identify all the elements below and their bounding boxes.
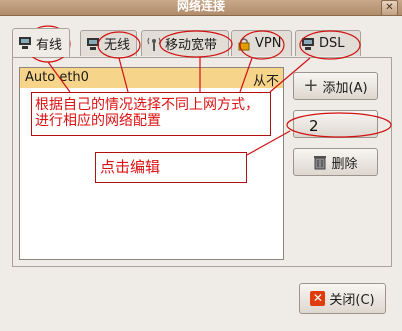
tabs-annotation-box: 根据自己的情况选择不同上网方式，进行相应的网络配置 — [31, 92, 271, 136]
add-button[interactable]: + 添加(A) — [293, 72, 378, 100]
tab-wireless[interactable]: 无线 — [80, 30, 137, 56]
title-bar[interactable]: 网络连接 ✕ — [0, 0, 402, 16]
close-button[interactable]: ✕ 关闭(C) — [299, 283, 386, 314]
tab-dsl[interactable]: DSL — [295, 30, 361, 56]
tab-wired[interactable]: 有线 — [12, 28, 70, 57]
close-icon: ✕ — [310, 291, 326, 306]
connection-name: Auto eth0 — [25, 70, 89, 85]
edit-number-label: 2 — [309, 117, 319, 135]
tab-mobile-broadband[interactable]: 移动宽带 — [141, 30, 229, 56]
window-close-button[interactable]: ✕ — [381, 0, 398, 16]
mobile-broadband-icon — [147, 37, 161, 51]
edit-button[interactable] — [293, 110, 378, 138]
tabs-annotation-text: 根据自己的情况选择不同上网方式，进行相应的网络配置 — [35, 97, 259, 129]
add-button-label: 添加(A) — [322, 80, 368, 96]
tab-wired-label: 有线 — [36, 37, 63, 53]
tab-vpn-label: VPN — [255, 36, 282, 51]
window-title: 网络连接 — [176, 0, 225, 13]
wired-network-icon — [19, 37, 31, 49]
list-item[interactable]: Auto eth0 从不 — [20, 68, 283, 89]
trash-icon — [314, 156, 327, 170]
tab-mobile-broadband-label: 移动宽带 — [165, 38, 218, 53]
tab-vpn[interactable]: VPN — [231, 30, 292, 56]
close-button-label: 关闭(C) — [329, 293, 375, 308]
delete-button[interactable]: 删除 — [293, 148, 378, 176]
edit-annotation-box: 点击编辑 — [95, 152, 247, 183]
delete-button-label: 删除 — [331, 156, 358, 172]
dsl-modem-icon — [302, 37, 314, 50]
tab-wireless-label: 无线 — [104, 38, 131, 53]
edit-annotation-text: 点击编辑 — [100, 158, 161, 176]
connection-last-used: 从不 — [252, 74, 279, 89]
wireless-network-icon — [87, 37, 99, 50]
lock-icon — [238, 37, 250, 50]
plus-icon: + — [303, 75, 319, 96]
tab-dsl-label: DSL — [319, 36, 345, 51]
